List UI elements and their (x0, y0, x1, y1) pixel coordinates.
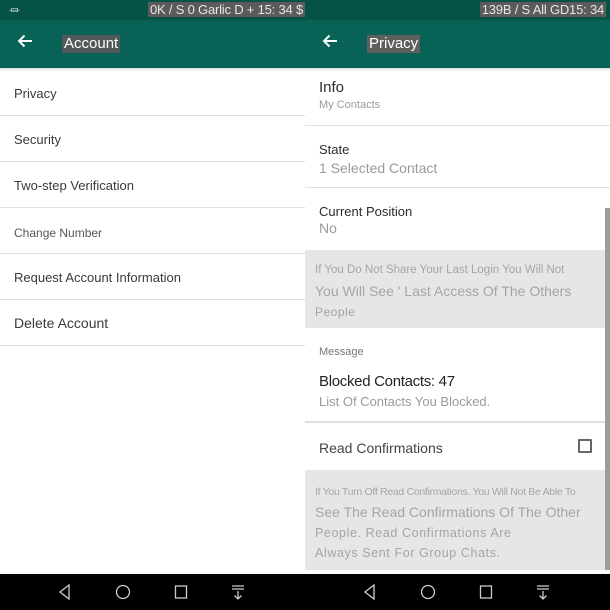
recents-square-icon (479, 585, 493, 599)
setting-title: Current Position (319, 204, 413, 219)
note-line: People. Read Confirmations Are (315, 526, 512, 540)
back-triangle-icon (363, 583, 375, 601)
menu-item-label: Privacy (14, 86, 57, 101)
menu-item-label: Security (14, 132, 61, 147)
note-line: Always Sent For Group Chats. (315, 546, 501, 560)
home-circle-icon (115, 584, 131, 600)
menu-item-two-step-verification[interactable]: Two-step Verification (0, 162, 305, 208)
menu-item-label: Two-step Verification (14, 178, 134, 193)
status-bar: 139B / S All GD15: 34 (305, 0, 610, 20)
arrow-left-icon (17, 34, 32, 48)
menu-item-security[interactable]: Security (0, 116, 305, 162)
account-screen: ⏛ 0K / S 0 Garlic D + 15: 34 $ Account P… (0, 0, 305, 610)
section-header-message: Message (305, 328, 610, 358)
menu-item-label: Delete Account (14, 315, 109, 331)
setting-state[interactable]: State 1 Selected Contact (305, 126, 610, 188)
setting-info[interactable]: Info My Contacts (305, 70, 610, 126)
menu-item-change-number[interactable]: Change Number (0, 208, 305, 254)
menu-item-label: Request Account Information (14, 270, 181, 285)
nav-recents-button[interactable] (477, 583, 495, 601)
setting-title: Info (319, 79, 345, 96)
status-text: 139B / S All GD15: 34 (479, 2, 606, 17)
back-button[interactable] (319, 32, 341, 54)
menu-item-request-account-information[interactable]: Request Account Information (0, 254, 305, 300)
account-menu: Privacy Security Two-step Verification C… (0, 70, 305, 346)
navigation-bar (305, 574, 610, 610)
setting-current-position[interactable]: Current Position No (305, 188, 610, 250)
setting-blocked-contacts[interactable]: Blocked Contacts: 47 List Of Contacts Yo… (305, 358, 610, 422)
app-bar: Account (0, 20, 305, 68)
page-title: Account (62, 35, 121, 53)
nav-home-button[interactable] (419, 583, 437, 601)
nav-home-button[interactable] (114, 583, 132, 601)
status-bar: ⏛ 0K / S 0 Garlic D + 15: 34 $ (0, 0, 305, 20)
back-triangle-icon (58, 583, 70, 601)
privacy-screen: 139B / S All GD15: 34 Privacy Info My Co… (305, 0, 610, 610)
setting-read-confirmations[interactable]: Read Confirmations (305, 422, 610, 470)
page-title: Privacy (367, 35, 421, 53)
app-bar: Privacy (305, 20, 610, 68)
read-confirmations-note: If You Turn Off Read Confirmations. You … (305, 470, 610, 570)
notification-pull-icon (232, 585, 244, 600)
nav-notification-button[interactable] (534, 583, 552, 601)
note-line: You Will See ' Last Access Of The Others (315, 283, 572, 299)
nav-back-button[interactable] (56, 583, 74, 601)
home-circle-icon (420, 584, 436, 600)
notification-pull-icon (537, 585, 549, 600)
back-button[interactable] (14, 32, 36, 54)
nav-notification-button[interactable] (229, 583, 247, 601)
setting-value: No (319, 220, 337, 236)
setting-title: State (319, 142, 350, 157)
nav-back-button[interactable] (361, 583, 379, 601)
note-line: People (315, 305, 356, 319)
section-header-label: Message (319, 346, 364, 358)
note-line: If You Turn Off Read Confirmations. You … (315, 486, 576, 498)
setting-value: 1 Selected Contact (319, 160, 438, 176)
setting-subtitle: List Of Contacts You Blocked. (319, 394, 491, 409)
scrollbar[interactable] (605, 208, 610, 570)
setting-title: Blocked Contacts: 47 (319, 373, 455, 390)
setting-title: Read Confirmations (319, 440, 443, 456)
privacy-settings-list: Info My Contacts State 1 Selected Contac… (305, 70, 610, 570)
nav-recents-button[interactable] (172, 583, 190, 601)
menu-item-privacy[interactable]: Privacy (0, 70, 305, 116)
navigation-bar (0, 574, 305, 610)
last-login-note: If You Do Not Share Your Last Login You … (305, 250, 610, 328)
arrow-left-icon (322, 34, 337, 48)
menu-item-label: Change Number (14, 226, 103, 240)
status-text: 0K / S 0 Garlic D + 15: 34 $ (147, 2, 305, 17)
usb-icon: ⏛ (9, 5, 20, 17)
note-line: If You Do Not Share Your Last Login You … (315, 264, 565, 276)
read-confirmations-checkbox[interactable] (578, 439, 592, 453)
menu-item-delete-account[interactable]: Delete Account (0, 300, 305, 346)
setting-value: My Contacts (319, 99, 381, 111)
note-line: See The Read Confirmations Of The Other (315, 504, 581, 520)
recents-square-icon (174, 585, 188, 599)
